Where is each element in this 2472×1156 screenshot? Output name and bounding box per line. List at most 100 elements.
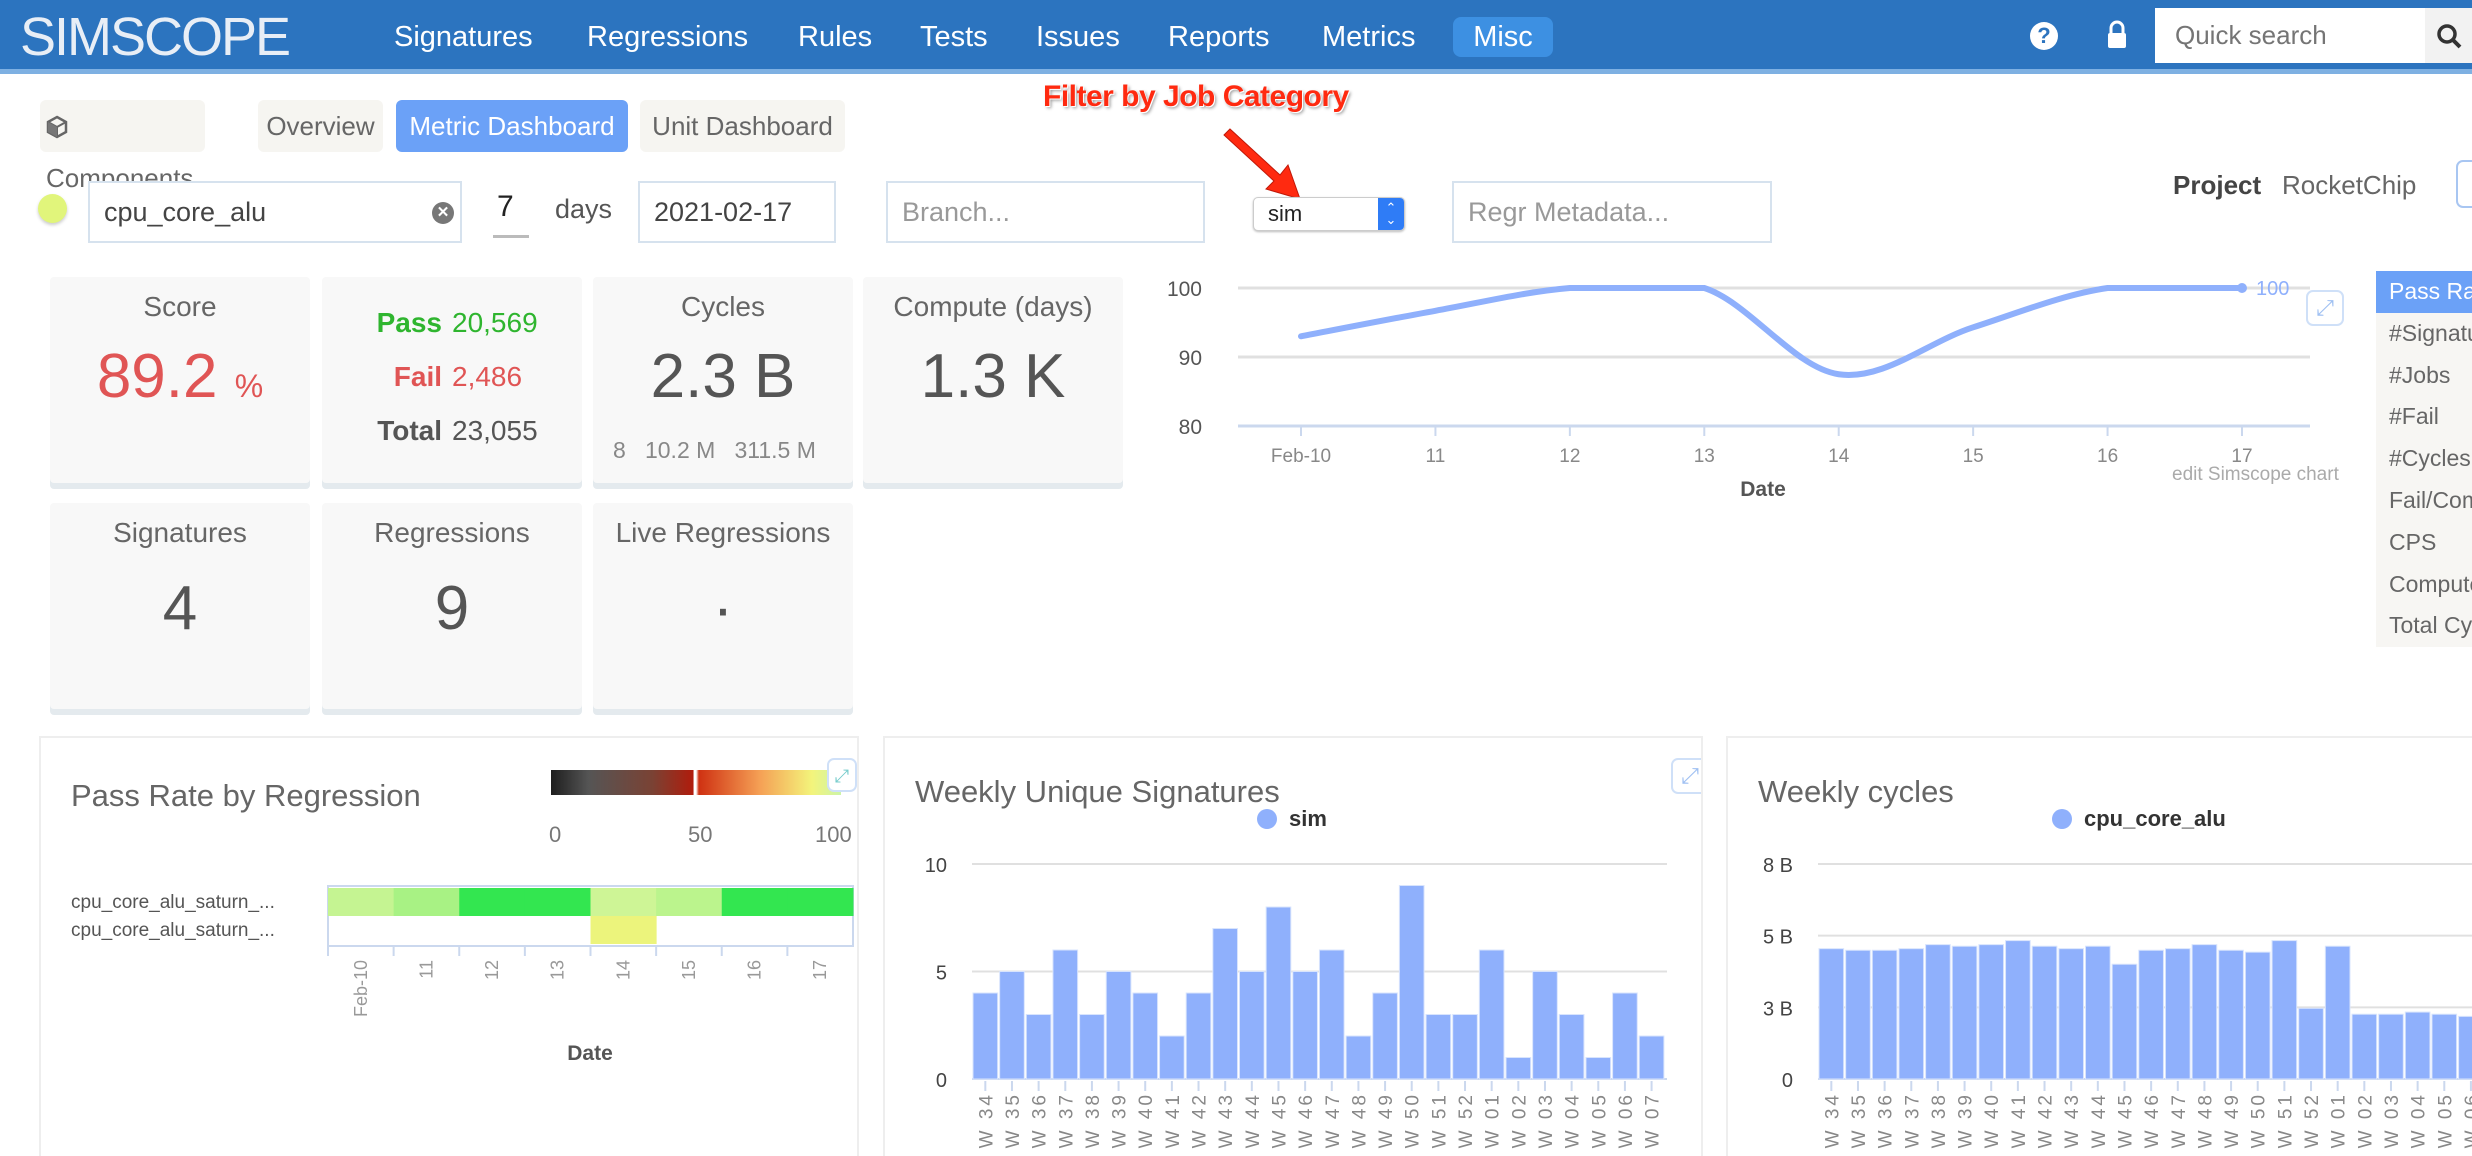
metric-tab[interactable]: Total Cycles (2376, 605, 2472, 647)
fail-value[interactable]: 2,486 (452, 361, 522, 393)
nav-issues[interactable]: Issues (1026, 17, 1130, 57)
metric-tab[interactable]: #Jobs (2376, 355, 2472, 397)
y-tick-label: 8 B (1763, 855, 1793, 877)
x-tick-label: 15 (1963, 446, 1984, 467)
bar (2191, 944, 2218, 1080)
x-tick-label: W 45 (1269, 1092, 1290, 1148)
bar (2458, 1015, 2472, 1080)
bar (1398, 885, 1425, 1080)
lock-icon[interactable] (2106, 20, 2128, 50)
x-tick-label: 14 (613, 960, 633, 980)
metric-tab[interactable]: #Fail (2376, 396, 2472, 438)
x-tick-label: W 41 (2009, 1092, 2030, 1148)
x-tick-label: W 41 (1163, 1092, 1184, 1148)
metric-tab[interactable]: CPS (2376, 522, 2472, 564)
project-button[interactable] (2456, 160, 2472, 208)
nav-reports[interactable]: Reports (1158, 17, 1280, 57)
project-value[interactable]: RocketChip (2282, 170, 2416, 201)
pass-rate-line-chart: 8090100Feb-10 11 12 13 14 15 16 17100Date (1167, 278, 2310, 501)
tab-unit-dashboard[interactable]: Unit Dashboard (640, 100, 845, 152)
x-tick-label: 11 (1426, 446, 1446, 467)
job-category-select[interactable]: sim ⌃ ⌄ (1253, 197, 1405, 231)
pass-rate-by-regression-panel: Pass Rate by Regression 0 50 100 ⤢ cpu_c… (39, 736, 859, 1156)
bar (1372, 992, 1398, 1080)
x-tick-label: W 34 (1822, 1092, 1843, 1148)
component-value: cpu_core_alu (104, 197, 267, 227)
x-tick-label: W 01 (2329, 1092, 2350, 1148)
x-tick-label: W 39 (1956, 1092, 1977, 1148)
tab-components[interactable]: Components (40, 100, 205, 193)
x-tick-label: 15 (679, 960, 699, 980)
select-arrows-icon: ⌃ ⌄ (1378, 198, 1404, 230)
tab-metric-dashboard[interactable]: Metric Dashboard (396, 100, 628, 152)
heatmap-cell (524, 888, 591, 916)
x-tick-label: W 44 (1243, 1092, 1264, 1148)
metric-tab[interactable]: #Signatures (2376, 313, 2472, 355)
metric-tab[interactable]: Pass Rate (2376, 271, 2472, 313)
x-tick-label: W 35 (1849, 1092, 1870, 1148)
branch-input[interactable]: Branch... (886, 181, 1205, 243)
regressions-card[interactable]: Regressions 9 (322, 503, 582, 709)
bar (1239, 971, 1265, 1080)
cycles-value: 2.3 B (650, 342, 796, 411)
metric-tab[interactable]: Fail/Compute (2376, 480, 2472, 522)
nav-misc[interactable]: Misc (1453, 17, 1553, 57)
bar (2244, 951, 2271, 1080)
component-input[interactable]: cpu_core_alu (88, 181, 462, 243)
annotation-label: Filter by Job Category (1043, 80, 1349, 113)
clear-icon[interactable]: ✕ (432, 202, 454, 224)
date-input[interactable]: 2021-02-17 (638, 181, 836, 243)
bar (2005, 940, 2031, 1080)
pass-value[interactable]: 20,569 (452, 307, 538, 339)
x-tick-label: W 03 (2382, 1092, 2403, 1148)
live-regressions-card[interactable]: Live Regressions · (593, 503, 853, 709)
search-button[interactable] (2425, 8, 2472, 63)
x-tick-label: W 50 (2249, 1092, 2270, 1148)
end-label: 100 (2256, 278, 2289, 300)
x-tick-label: W 43 (1216, 1092, 1237, 1148)
tab-overview[interactable]: Overview (258, 100, 383, 152)
x-tick-label: 16 (745, 960, 765, 980)
logo[interactable]: SIMSCOPE (20, 6, 291, 68)
cycles-sub: 8 10.2 M 311.5 M (613, 437, 816, 464)
x-tick-label: W 36 (1876, 1092, 1897, 1148)
nav-rules[interactable]: Rules (788, 17, 882, 57)
heatmap-cell (459, 888, 526, 916)
bar (972, 992, 999, 1080)
nav-signatures[interactable]: Signatures (384, 17, 543, 57)
bar (1185, 992, 1212, 1080)
job-category-value: sim (1268, 201, 1303, 226)
help-circle-icon[interactable]: ? (2030, 22, 2058, 50)
edit-chart-link[interactable]: edit Simscope chart (2172, 464, 2339, 486)
x-tick-label: W 04 (1563, 1092, 1584, 1148)
metric-tab[interactable]: #Cycles (2376, 438, 2472, 480)
x-tick-label: W 50 (1403, 1092, 1424, 1148)
x-tick-label: W 05 (2435, 1092, 2456, 1148)
nav-tests[interactable]: Tests (910, 17, 998, 57)
x-tick-label: 13 (1694, 446, 1715, 467)
x-tick-label: W 46 (1296, 1092, 1317, 1148)
bar (1452, 1014, 1478, 1080)
quick-search-input[interactable] (2155, 8, 2437, 63)
cycles-card: Cycles 2.3 B 8 10.2 M 311.5 M (593, 277, 853, 483)
bar (1079, 1014, 1105, 1080)
metric-tab[interactable]: Compute (2376, 564, 2472, 606)
days-input[interactable]: 7 (493, 190, 529, 238)
x-axis-title: Date (1740, 478, 1786, 501)
bar (2111, 963, 2138, 1080)
score-number: 89.2 (96, 342, 218, 411)
expand-icon[interactable]: ⤢ (2306, 290, 2344, 326)
heatmap-cell (787, 888, 854, 916)
regr-metadata-input[interactable]: Regr Metadata... (1452, 181, 1772, 243)
project-label: Project (2173, 170, 2262, 200)
bar (1425, 1014, 1452, 1080)
nav-regressions[interactable]: Regressions (577, 17, 758, 57)
y-tick-label: 80 (1179, 416, 1202, 439)
bar (1292, 971, 1318, 1080)
nav-metrics[interactable]: Metrics (1312, 17, 1425, 57)
x-tick-label: 11 (416, 960, 436, 979)
live-regressions-title: Live Regressions (615, 517, 831, 548)
signatures-card[interactable]: Signatures 4 (50, 503, 310, 709)
x-tick-label: W 49 (1376, 1092, 1397, 1148)
heatmap-chart: cpu_core_alu_saturn_... cpu_core_alu_satu… (71, 885, 854, 1065)
